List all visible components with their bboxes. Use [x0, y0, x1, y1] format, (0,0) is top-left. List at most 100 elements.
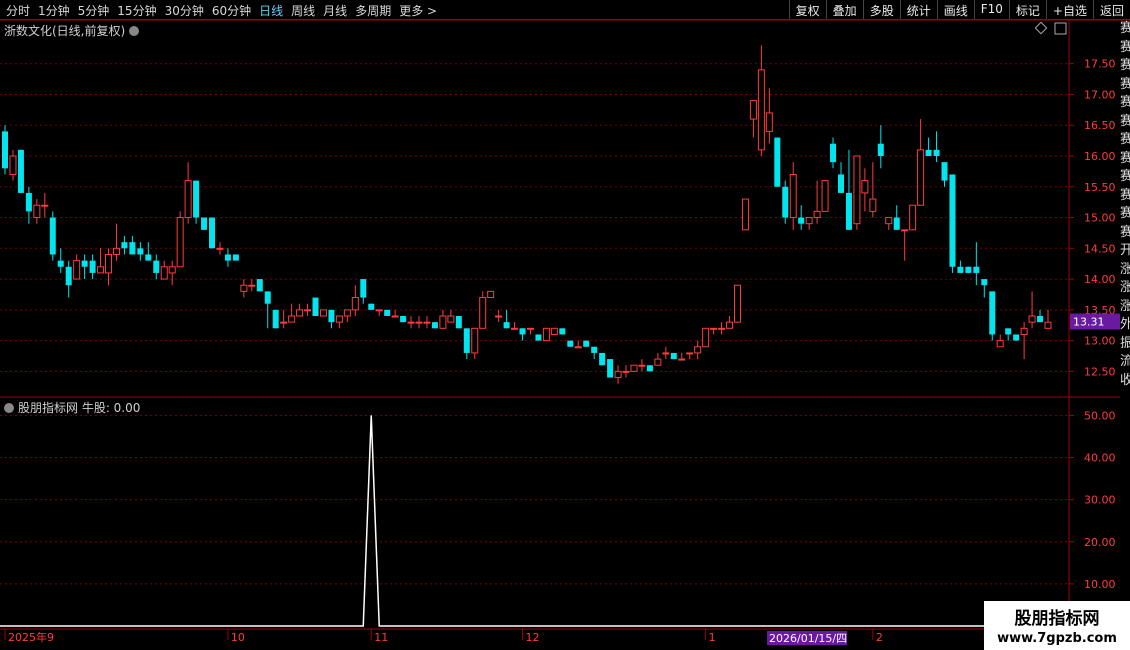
- candle-body: [503, 322, 510, 329]
- candle-body: [471, 327, 479, 354]
- diamond-icon: [1034, 21, 1048, 35]
- candle-body: [845, 192, 852, 230]
- x-tick-label: 2: [876, 631, 883, 644]
- candle-body: [535, 334, 542, 341]
- x-tick-label: 10: [231, 631, 245, 644]
- y-tick-label: 13.00: [1084, 335, 1116, 348]
- candle-body: [765, 112, 773, 132]
- candle-body: [511, 327, 519, 330]
- candle-body: [789, 173, 797, 219]
- candle-body: [909, 204, 917, 231]
- candle-body: [121, 242, 128, 249]
- candle-body: [567, 340, 574, 347]
- candle-body: [821, 180, 829, 212]
- candle-body: [319, 309, 327, 317]
- candle-body: [1044, 321, 1052, 329]
- candle-body: [343, 309, 351, 317]
- candle-body: [949, 174, 956, 267]
- candle-body: [264, 291, 271, 304]
- candle-body: [375, 309, 383, 312]
- info-glyph: 赛: [1120, 95, 1130, 110]
- candle-body: [526, 327, 534, 330]
- candle-body: [168, 266, 176, 274]
- candle-body: [550, 327, 558, 335]
- candle-body: [1037, 316, 1044, 323]
- candle-body: [607, 359, 614, 378]
- info-glyph: 赛: [1120, 187, 1130, 203]
- info-glyph: 振: [1120, 335, 1130, 351]
- candle-body: [9, 155, 17, 175]
- candle-body: [877, 143, 884, 156]
- candle-body: [407, 321, 415, 324]
- x-tick-label: 1: [709, 631, 716, 644]
- candle-body: [73, 260, 81, 280]
- candle-body: [65, 266, 72, 286]
- candle-body: [400, 316, 407, 323]
- candle-body: [837, 174, 844, 193]
- candle-body: [662, 352, 670, 355]
- candle-body: [176, 217, 184, 268]
- candle-body: [654, 358, 662, 366]
- right-info-panel: 赛赛赛赛赛赛赛赛赛赛赛赛开涨涨涨外振流收: [1120, 20, 1130, 400]
- info-glyph: 赛: [1120, 39, 1130, 55]
- candle-body: [591, 346, 598, 353]
- candle-body: [351, 297, 359, 311]
- candle-body: [981, 279, 988, 286]
- candle-body: [25, 192, 32, 212]
- candle-body: [941, 162, 948, 181]
- candle-body: [415, 321, 423, 324]
- candle-body: [622, 370, 630, 373]
- candle-body: [813, 210, 821, 219]
- candle-body: [296, 309, 304, 317]
- candle-body: [112, 247, 120, 255]
- candle-body: [542, 327, 550, 342]
- info-glyph: 赛: [1120, 113, 1130, 129]
- candle-body: [256, 279, 263, 292]
- candle-body: [423, 321, 431, 324]
- candle-body: [288, 315, 296, 323]
- candle-body: [574, 346, 582, 349]
- candle-body: [718, 327, 726, 330]
- candle-body: [479, 297, 487, 329]
- indicator-line: [0, 415, 1068, 627]
- candle-body: [646, 365, 653, 372]
- candle-body: [583, 340, 590, 347]
- y-tick-label: 50.00: [1084, 409, 1116, 422]
- candle-body: [248, 284, 256, 287]
- candle-body: [41, 204, 49, 207]
- candle-body: [193, 180, 200, 218]
- candle-body: [81, 260, 88, 267]
- y-tick-label: 15.50: [1084, 181, 1116, 194]
- candle-body: [798, 217, 805, 224]
- candle-body: [33, 204, 41, 219]
- candle-body: [989, 291, 996, 335]
- candle-body: [224, 254, 231, 261]
- candle-body: [614, 370, 622, 379]
- candle-body: [774, 137, 781, 187]
- panel-toggle-icon: [1054, 22, 1067, 35]
- candle-body: [153, 260, 160, 273]
- y-tick-label: 14.00: [1084, 273, 1116, 286]
- candle-body: [2, 131, 8, 169]
- candle-body: [726, 321, 734, 329]
- info-glyph: 赛: [1120, 76, 1130, 92]
- candle-body: [49, 217, 56, 255]
- candle-body: [1020, 327, 1028, 335]
- candle-body: [487, 290, 495, 299]
- x-tick-label: 12: [526, 631, 540, 644]
- info-glyph: 赛: [1120, 132, 1130, 147]
- x-tick-label: 2025年9: [8, 630, 54, 644]
- info-glyph: 赛: [1120, 206, 1130, 221]
- candle-body: [455, 316, 462, 329]
- candle-body: [702, 327, 710, 348]
- chart-canvas[interactable]: 12.5013.0013.5014.0014.5015.0015.5016.00…: [0, 0, 1130, 650]
- candle-body: [391, 315, 399, 318]
- candle-body: [638, 364, 646, 367]
- info-glyph: 赛: [1120, 21, 1130, 36]
- candle-body: [996, 340, 1004, 348]
- candle-body: [1013, 334, 1020, 341]
- candle-body: [160, 266, 168, 280]
- y-tick-label: 10.00: [1084, 578, 1116, 591]
- watermark-line2: www.7gpzb.com: [997, 631, 1117, 646]
- candle-body: [57, 260, 64, 267]
